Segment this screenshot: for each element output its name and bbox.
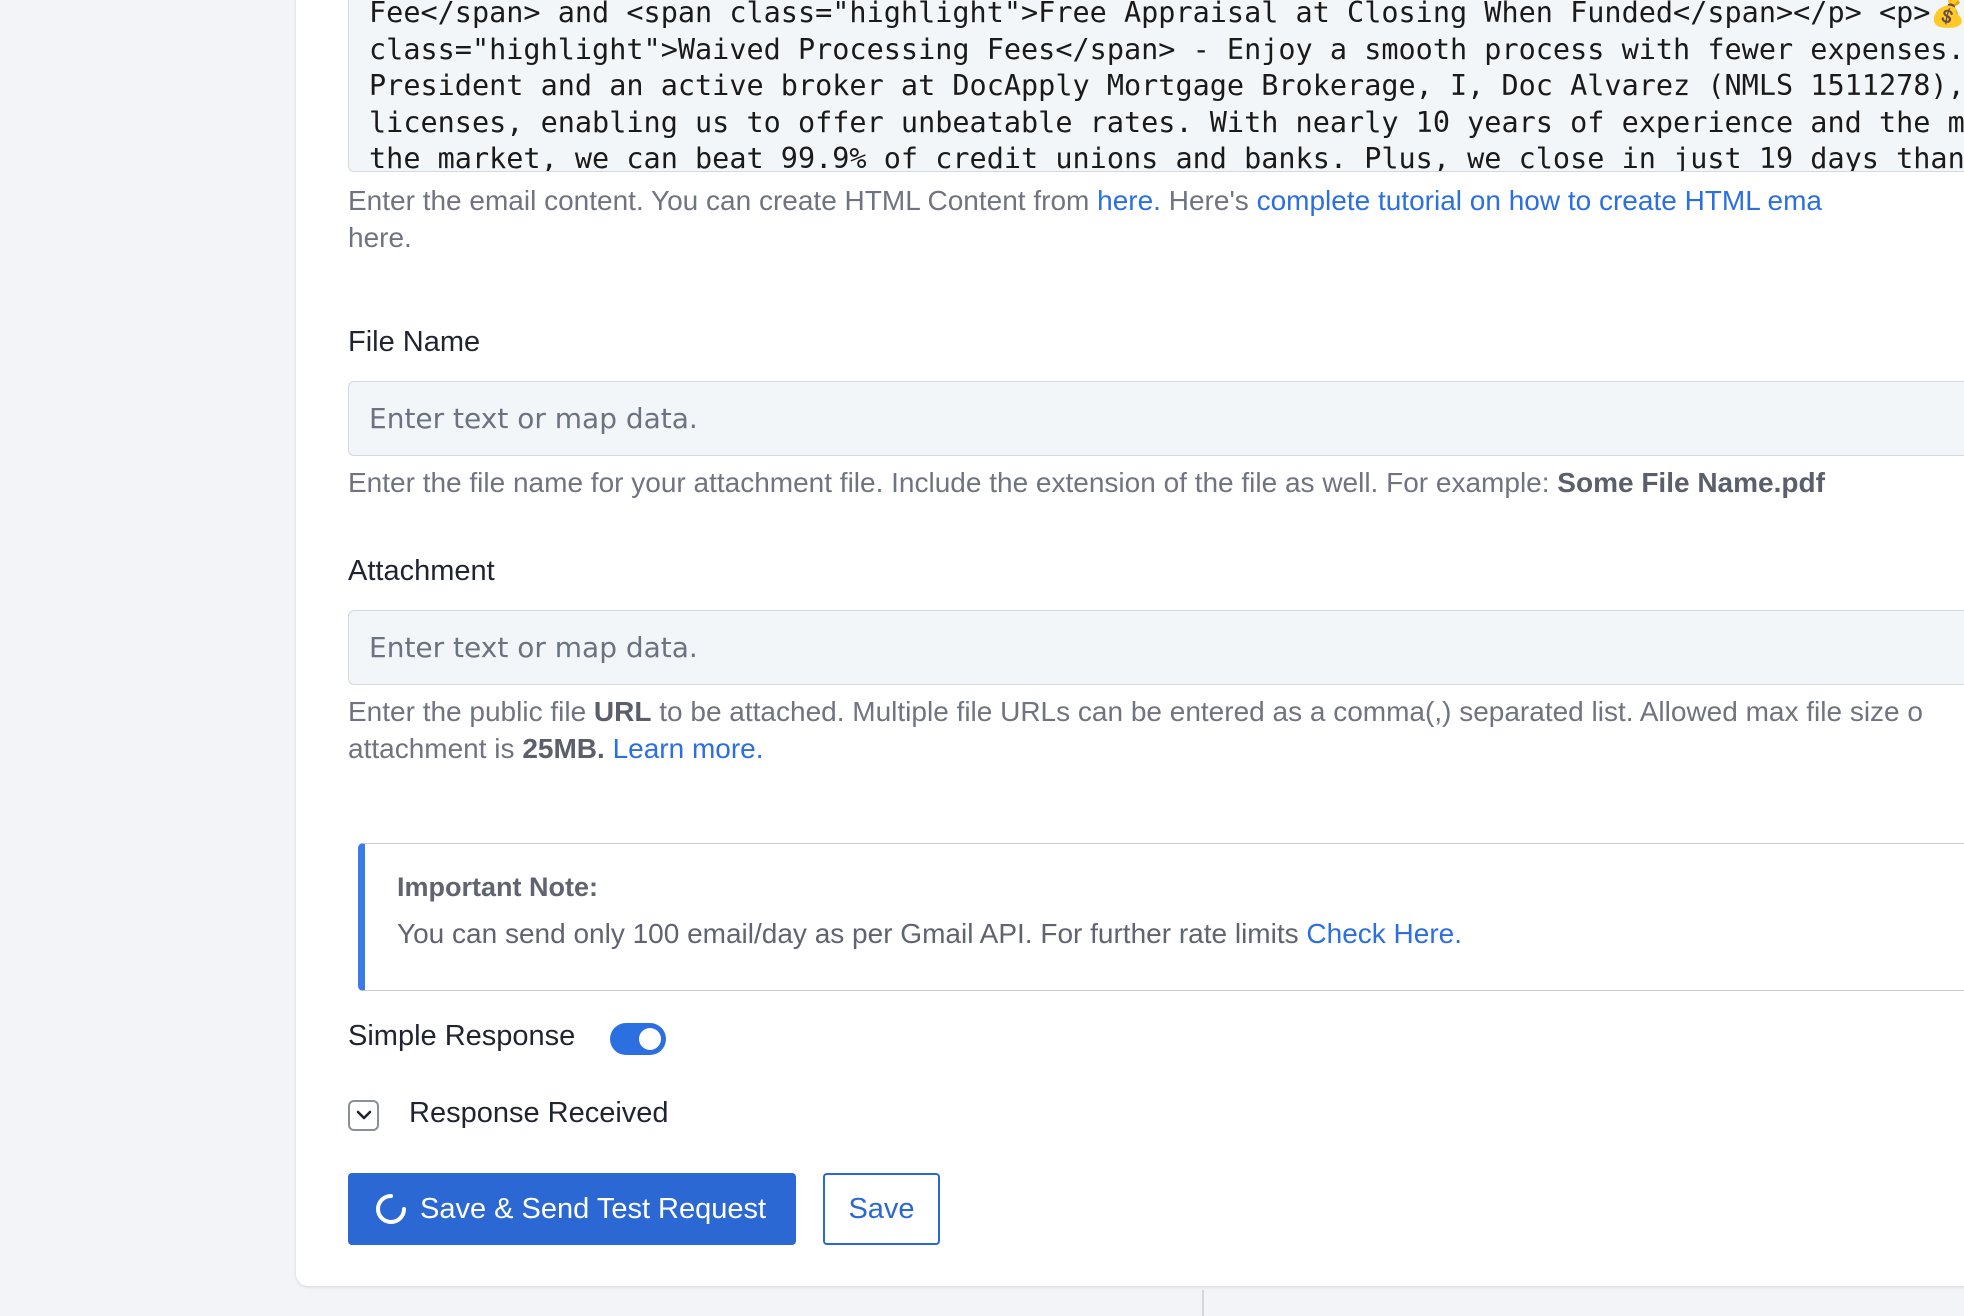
- help-text: to be attached. Multiple file URLs can b…: [651, 696, 1923, 727]
- save-and-send-test-button[interactable]: Save & Send Test Request: [348, 1173, 796, 1245]
- size-emphasis: 25MB.: [522, 733, 605, 764]
- response-received-label: Response Received: [409, 1097, 669, 1129]
- note-text: You can send only 100 email/day as per G…: [397, 918, 1307, 949]
- chevron-down-icon: [356, 1110, 371, 1120]
- simple-response-label: Simple Response: [348, 1020, 576, 1052]
- attachment-label: Attachment: [348, 555, 495, 587]
- save-button[interactable]: Save: [823, 1173, 940, 1245]
- file-name-example: Some File Name.pdf: [1557, 467, 1825, 498]
- help-text: attachment is: [348, 733, 523, 764]
- help-text: Enter the public file: [348, 696, 594, 727]
- check-here-link[interactable]: Check Here: [1306, 918, 1454, 949]
- code-line: the market, we can beat 99.9% of credit …: [369, 142, 1964, 172]
- help-text: Here's: [1160, 185, 1257, 216]
- note-body: You can send only 100 email/day as per G…: [397, 918, 1462, 950]
- help-text: .: [755, 733, 764, 764]
- email-content-help: Enter the email content. You can create …: [348, 182, 1964, 256]
- html-content-link[interactable]: here.: [1097, 185, 1161, 216]
- code-line: Fee</span> and <span class="highlight">F…: [369, 0, 1964, 29]
- url-emphasis: URL: [593, 696, 652, 727]
- help-text: Enter the email content. You can create …: [348, 185, 1098, 216]
- help-text: Enter the file name for your attachment …: [348, 467, 1558, 498]
- loading-spinner-icon: [376, 1194, 406, 1224]
- simple-response-toggle[interactable]: [610, 1023, 666, 1055]
- file-name-label: File Name: [348, 326, 481, 358]
- note-title: Important Note:: [397, 872, 598, 902]
- code-line: President and an active broker at DocApp…: [369, 69, 1964, 102]
- file-name-input[interactable]: [348, 381, 1964, 456]
- tutorial-link[interactable]: complete tutorial on how to create HTML …: [1257, 185, 1822, 216]
- note-text: .: [1454, 918, 1463, 949]
- help-text: here.: [348, 222, 412, 253]
- code-line: licenses, enabling us to offer unbeatabl…: [369, 105, 1964, 139]
- toggle-knob: [639, 1028, 661, 1050]
- attachment-help: Enter the public file URL to be attached…: [348, 693, 1964, 767]
- learn-more-link[interactable]: Learn more: [613, 733, 756, 764]
- email-content-textarea[interactable]: Fee</span> and <span class="highlight">F…: [348, 0, 1964, 172]
- attachment-input[interactable]: [348, 610, 1964, 685]
- response-received-expand-button[interactable]: [348, 1100, 379, 1131]
- code-line: class="highlight">Waived Processing Fees…: [369, 32, 1964, 66]
- divider: [1202, 1290, 1204, 1316]
- important-note: Important Note: You can send only 100 em…: [358, 843, 1964, 991]
- file-name-help: Enter the file name for your attachment …: [348, 464, 1964, 501]
- save-and-send-label: Save & Send Test Request: [420, 1192, 767, 1225]
